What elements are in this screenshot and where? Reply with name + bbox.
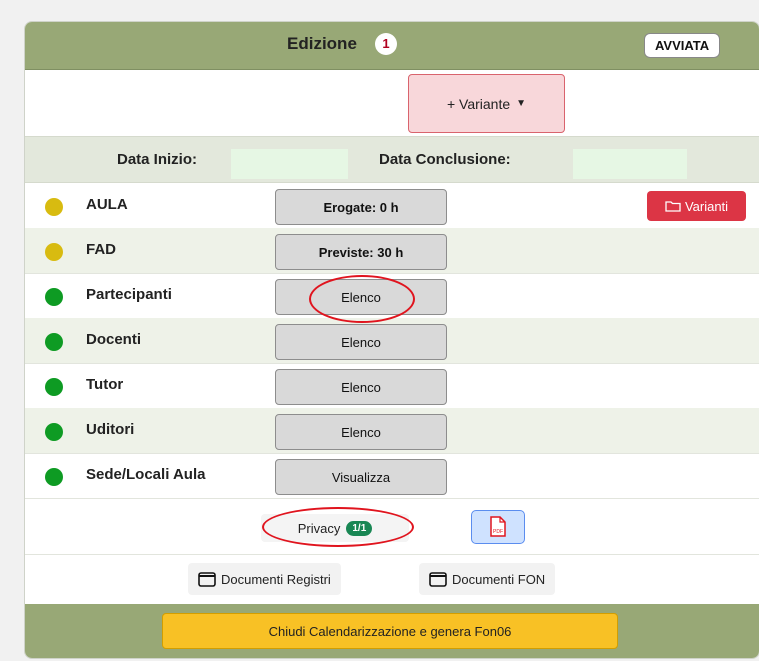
status-dot-icon — [45, 288, 63, 306]
row-action-button[interactable]: Visualizza — [275, 459, 447, 495]
pdf-button[interactable]: PDF — [471, 510, 525, 544]
status-dot-icon — [45, 243, 63, 261]
documenti-registri-button[interactable]: Documenti Registri — [188, 563, 341, 595]
pdf-icon: PDF — [490, 516, 506, 537]
section-row-docenti: Docenti Elenco — [25, 318, 759, 364]
row-label: Partecipanti — [86, 286, 172, 303]
documenti-fon-button[interactable]: Documenti FON — [419, 563, 556, 595]
start-date-label: Data Inizio: — [117, 151, 198, 168]
calendar-icon — [429, 572, 447, 587]
section-row-uditori: Uditori Elenco — [25, 408, 759, 454]
status-dot-icon — [45, 423, 63, 441]
row-action-button[interactable]: Elenco — [275, 324, 447, 360]
section-row-sede-locali-aula: Sede/Locali Aula Visualizza — [25, 453, 759, 499]
status-dot-icon — [45, 378, 63, 396]
end-date-label: Data Conclusione: — [379, 151, 511, 168]
edition-card: Edizione 1 AVVIATA + Variante ▼ Data Ini… — [24, 21, 759, 659]
varianti-button[interactable]: Varianti — [647, 191, 746, 221]
start-date-value — [231, 149, 348, 179]
calendar-icon — [198, 572, 216, 587]
row-action-button[interactable]: Erogate: 0 h — [275, 189, 447, 225]
section-row-tutor: Tutor Elenco — [25, 363, 759, 409]
section-row-partecipanti: Partecipanti Elenco — [25, 273, 759, 319]
section-row-aula: AULA Erogate: 0 h Varianti — [25, 183, 759, 229]
privacy-button[interactable]: Privacy 1/1 — [261, 514, 409, 542]
edition-title: Edizione — [287, 34, 357, 53]
status-dot-icon — [45, 468, 63, 486]
row-label: Uditori — [86, 421, 135, 438]
row-action-button[interactable]: Elenco — [275, 414, 447, 450]
svg-text:PDF: PDF — [493, 529, 503, 535]
documenti-fon-label: Documenti FON — [452, 571, 546, 587]
documenti-registri-label: Documenti Registri — [221, 571, 331, 587]
add-variante-button[interactable]: + Variante ▼ — [408, 74, 565, 133]
row-label: Tutor — [86, 376, 124, 393]
row-label: Docenti — [86, 331, 142, 348]
end-date-value — [573, 149, 687, 179]
status-dot-icon — [45, 333, 63, 351]
caret-down-icon: ▼ — [516, 98, 527, 109]
edition-count-badge: 1 — [375, 33, 397, 55]
section-row-fad: FAD Previste: 30 h — [25, 228, 759, 274]
row-action-button[interactable]: Elenco — [275, 279, 447, 315]
chiudi-calendarizzazione-button[interactable]: Chiudi Calendarizzazione e genera Fon06 — [162, 613, 618, 649]
privacy-row: Privacy 1/1 PDF — [25, 502, 759, 555]
privacy-count-badge: 1/1 — [346, 520, 373, 536]
status-badge: AVVIATA — [644, 33, 721, 58]
varianti-label: Varianti — [684, 198, 729, 214]
row-action-button[interactable]: Previste: 30 h — [275, 234, 447, 270]
documents-row: Documenti Registri Documenti FON — [25, 555, 759, 603]
dates-row: Data Inizio: Data Conclusione: — [25, 136, 759, 183]
card-footer: Chiudi Calendarizzazione e genera Fon06 — [25, 604, 759, 658]
row-label: FAD — [86, 241, 116, 258]
variante-label: + Variante — [446, 95, 511, 112]
privacy-label: Privacy — [297, 520, 341, 536]
row-label: AULA — [86, 196, 128, 213]
folder-icon — [665, 201, 681, 212]
card-header: Edizione 1 AVVIATA — [25, 22, 759, 70]
row-label: Sede/Locali Aula — [86, 466, 206, 483]
row-action-button[interactable]: Elenco — [275, 369, 447, 405]
status-dot-icon — [45, 198, 63, 216]
